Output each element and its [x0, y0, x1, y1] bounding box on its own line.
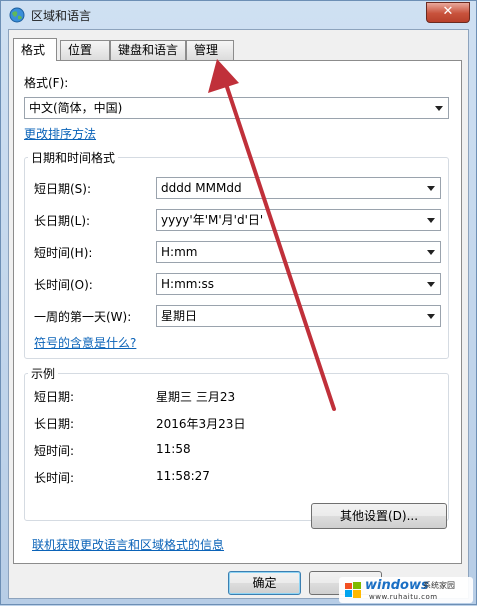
example-short-time-value: 11:58 — [156, 442, 191, 456]
first-day-of-week-label: 一周的第一天(W): — [34, 310, 132, 324]
change-sort-method-link[interactable]: 更改排序方法 — [24, 125, 96, 142]
tab-location[interactable]: 位置 — [60, 40, 110, 60]
tab-keyboards-languages[interactable]: 键盘和语言 — [110, 40, 186, 60]
window-title: 区域和语言 — [31, 9, 92, 23]
short-time-label: 短时间(H): — [34, 246, 93, 260]
example-short-date-value: 星期三 三月23 — [156, 390, 236, 404]
chevron-down-icon — [427, 282, 435, 287]
dialog-client-area: 格式 位置 键盘和语言 管理 格式(F): 中文(简体，中国) 更改排序方法 日… — [8, 29, 469, 599]
short-time-value: H:mm — [161, 245, 198, 259]
globe-icon — [9, 7, 25, 23]
example-long-date-label: 长日期: — [34, 417, 75, 431]
chevron-down-icon — [435, 106, 443, 111]
watermark-site: 系统家园 — [423, 581, 455, 590]
close-button[interactable]: ✕ — [426, 2, 470, 23]
online-info-link[interactable]: 联机获取更改语言和区域格式的信息 — [32, 536, 224, 553]
chevron-down-icon — [427, 314, 435, 319]
long-date-label: 长日期(L): — [34, 214, 91, 228]
formats-panel: 格式(F): 中文(简体，中国) 更改排序方法 日期和时间格式 短日期(S): … — [13, 60, 462, 564]
short-time-select[interactable]: H:mm — [156, 241, 441, 263]
symbols-meaning-link[interactable]: 符号的含意是什么? — [34, 334, 136, 351]
examples-group — [24, 373, 449, 521]
title-bar[interactable]: 区域和语言 ✕ — [1, 1, 476, 29]
example-long-date-value: 2016年3月23日 — [156, 417, 246, 431]
long-time-select[interactable]: H:mm:ss — [156, 273, 441, 295]
long-time-label: 长时间(O): — [34, 278, 93, 292]
site-watermark: windows 系统家园 www.ruhaitu.com — [339, 577, 473, 603]
short-date-label: 短日期(S): — [34, 182, 92, 196]
short-date-value: dddd MMMdd — [161, 181, 242, 195]
short-date-select[interactable]: dddd MMMdd — [156, 177, 441, 199]
format-select[interactable]: 中文(简体，中国) — [24, 97, 449, 119]
chevron-down-icon — [427, 250, 435, 255]
close-icon: ✕ — [442, 4, 454, 19]
example-long-time-value: 11:58:27 — [156, 469, 210, 483]
example-short-time-label: 短时间: — [34, 444, 75, 458]
other-settings-button[interactable]: 其他设置(D)... — [311, 503, 447, 529]
examples-group-title: 示例 — [28, 365, 59, 382]
ok-button[interactable]: 确定 — [228, 571, 301, 595]
example-short-date-label: 短日期: — [34, 390, 75, 404]
chevron-down-icon — [427, 218, 435, 223]
example-long-time-label: 长时间: — [34, 471, 75, 485]
format-select-value: 中文(简体，中国) — [29, 101, 123, 115]
long-date-select[interactable]: yyyy'年'M'月'd'日' — [156, 209, 441, 231]
windows-logo-icon — [345, 582, 361, 598]
datetime-group-title: 日期和时间格式 — [28, 149, 119, 166]
long-date-value: yyyy'年'M'月'd'日' — [161, 213, 264, 227]
watermark-url: www.ruhaitu.com — [369, 593, 438, 601]
long-time-value: H:mm:ss — [161, 277, 214, 291]
chevron-down-icon — [427, 186, 435, 191]
first-day-of-week-value: 星期日 — [161, 309, 198, 323]
first-day-of-week-select[interactable]: 星期日 — [156, 305, 441, 327]
watermark-brand: windows — [365, 578, 429, 593]
format-label: 格式(F): — [24, 76, 69, 90]
tab-administrative[interactable]: 管理 — [186, 40, 234, 60]
region-language-window: 区域和语言 ✕ 格式 位置 键盘和语言 管理 格式(F): 中文(简体，中国) … — [0, 0, 477, 605]
tab-formats[interactable]: 格式 — [13, 38, 57, 61]
